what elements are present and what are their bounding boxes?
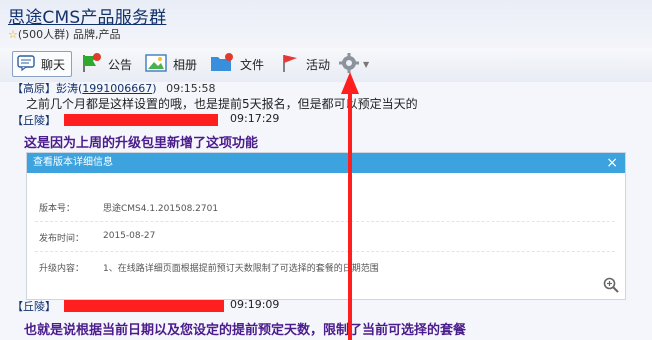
tab-activity-label: 活动 — [306, 57, 331, 72]
tab-activity[interactable]: 活动 — [280, 51, 330, 77]
photo-icon — [145, 53, 167, 76]
member-count: (500人群) — [17, 28, 70, 41]
redaction-mark — [64, 114, 218, 126]
row-label: 升级内容： — [39, 264, 85, 274]
message-text: 这是因为上周的升级包里新增了这项功能 — [24, 136, 259, 151]
sender-name[interactable]: 【丘陵】 — [12, 114, 56, 127]
redaction-mark — [64, 300, 224, 312]
tab-chat-label: 聊天 — [41, 57, 66, 72]
group-header: 思途CMS产品服务群 ☆(500人群) 品牌,产品 — [0, 0, 652, 48]
message-time: 09:15:58 — [166, 82, 216, 95]
chevron-down-icon: ▼ — [363, 59, 370, 69]
chat-area: 【高原】彭涛(1991006667) 09:15:58 之前几个月都是这样设置的… — [0, 72, 652, 340]
row-value: 2015-08-27 — [103, 231, 156, 241]
tab-chat[interactable]: 聊天 — [12, 51, 72, 77]
group-tags: 品牌,产品 — [72, 28, 121, 41]
chat-bubble-icon — [17, 54, 35, 74]
tab-files[interactable]: 文件 — [210, 51, 264, 77]
sender-name[interactable]: 【高原】彭涛 — [12, 82, 78, 95]
tab-album[interactable]: 相册 — [145, 51, 197, 77]
close-icon[interactable]: × — [606, 153, 618, 173]
red-flag-icon — [280, 52, 300, 77]
tab-files-label: 文件 — [240, 57, 265, 72]
folder-icon — [210, 52, 234, 76]
tab-announcement[interactable]: 公告 — [80, 51, 132, 77]
message-header: 【丘陵】 — [12, 112, 56, 128]
row-label: 版本号： — [39, 204, 76, 214]
tab-album-label: 相册 — [173, 57, 198, 72]
message-header: 【丘陵】 — [12, 298, 56, 314]
message-header: 【高原】彭涛(1991006667) 09:15:58 — [12, 82, 216, 95]
panel-title: 查看版本详细信息 — [33, 157, 113, 168]
star-icon: ☆ — [8, 28, 18, 41]
group-title[interactable]: 思途CMS产品服务群 — [8, 3, 166, 28]
panel-header: 查看版本详细信息 × — [27, 153, 625, 173]
group-info: ☆(500人群) 品牌,产品 — [8, 26, 120, 42]
sender-id[interactable]: 1991006667 — [82, 82, 152, 95]
upgrade-content-row: 升级内容： 1、在线路详细页面根据提前预订天数限制了可选择的套餐的日期范围 — [39, 261, 379, 274]
divider — [35, 221, 615, 222]
zoom-icon[interactable] — [603, 277, 619, 293]
message-time: 09:17:29 — [230, 112, 280, 125]
release-date-row: 发布时间： 2015-08-27 — [39, 231, 155, 244]
row-label: 发布时间： — [39, 234, 85, 244]
tab-announcement-label: 公告 — [108, 57, 133, 72]
version-row: 版本号： 思途CMS4.1.201508.2701 — [39, 201, 218, 214]
group-toolbar: 聊天 公告 相册 文件 活动 ▼ — [0, 48, 652, 83]
row-value: 1、在线路详细页面根据提前预订天数限制了可选择的套餐的日期范围 — [103, 264, 379, 274]
message-time: 09:19:09 — [230, 298, 280, 311]
version-detail-panel: 查看版本详细信息 × 版本号： 思途CMS4.1.201508.2701 发布时… — [26, 152, 626, 300]
divider — [35, 251, 615, 252]
flag-notice-icon — [80, 52, 102, 77]
annotation-arrow — [341, 72, 359, 340]
sender-name[interactable]: 【丘陵】 — [12, 300, 56, 313]
message-text: 也就是说根据当前日期以及您设定的提前预定天数，限制了当前可选择的套餐 — [24, 323, 467, 338]
row-value: 思途CMS4.1.201508.2701 — [103, 204, 219, 214]
